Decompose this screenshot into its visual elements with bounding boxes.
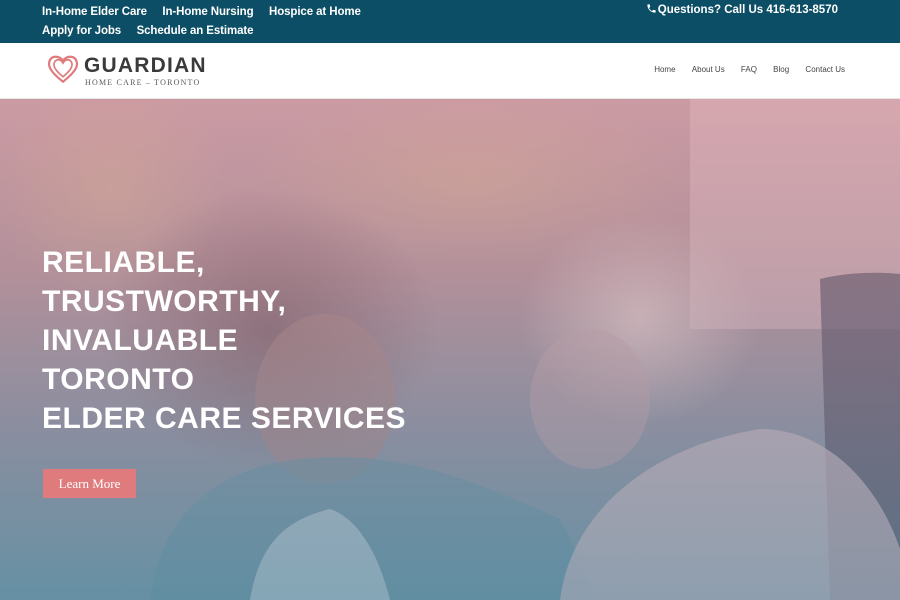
top-bar: In-Home Elder Care In-Home Nursing Hospi… (0, 0, 900, 43)
toplink-apply-for-jobs[interactable]: Apply for Jobs (42, 23, 121, 40)
top-links: In-Home Elder Care In-Home Nursing Hospi… (42, 2, 382, 40)
nav-faq[interactable]: FAQ (741, 65, 757, 74)
phone-contact[interactable]: Questions? Call Us 416-613-8570 (646, 2, 838, 19)
heart-logo-icon (47, 55, 79, 84)
phone-icon (647, 4, 656, 13)
toplink-hospice-at-home[interactable]: Hospice at Home (269, 4, 361, 21)
hero-title-line: ELDER CARE SERVICES (42, 402, 407, 435)
hero-section: RELIABLE, TRUSTWORTHY, INVALUABLE TORONT… (0, 99, 900, 600)
main-nav: Home About Us FAQ Blog Contact Us (640, 65, 845, 74)
hero-title-line: TORONTO (42, 363, 195, 396)
nav-about-us[interactable]: About Us (692, 65, 725, 74)
toplink-in-home-nursing[interactable]: In-Home Nursing (162, 4, 253, 21)
toplink-in-home-elder-care[interactable]: In-Home Elder Care (42, 4, 147, 21)
hero-title-line: TRUSTWORTHY, (42, 285, 287, 318)
learn-more-button[interactable]: Learn More (43, 469, 136, 498)
hero-title-line: RELIABLE, (42, 246, 205, 279)
site-header: GUARDIAN HOME CARE – TORONTO Home About … (0, 43, 900, 99)
nav-blog[interactable]: Blog (773, 65, 789, 74)
site-logo[interactable]: GUARDIAN HOME CARE – TORONTO (46, 52, 216, 90)
nav-contact-us[interactable]: Contact Us (805, 65, 845, 74)
logo-brand: GUARDIAN (84, 54, 207, 77)
nav-home[interactable]: Home (654, 65, 675, 74)
hero-title-line: INVALUABLE (42, 324, 239, 357)
phone-text: Questions? Call Us 416-613-8570 (657, 4, 838, 16)
hero-title: RELIABLE, TRUSTWORTHY, INVALUABLE TORONT… (42, 243, 562, 438)
logo-tagline: HOME CARE – TORONTO (85, 78, 201, 87)
toplink-schedule-estimate[interactable]: Schedule an Estimate (137, 23, 254, 40)
